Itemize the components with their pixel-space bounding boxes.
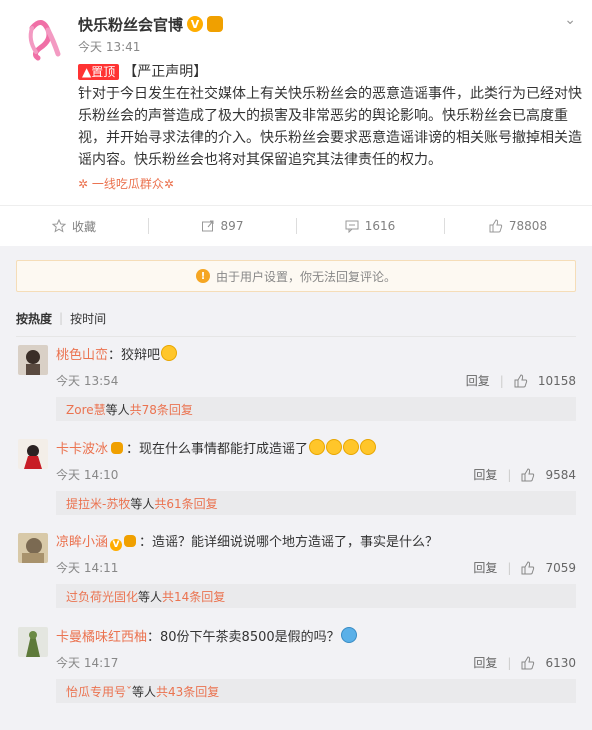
tab-sort-time[interactable]: 按时间 — [70, 310, 106, 327]
divider: | — [507, 560, 512, 575]
star-icon — [51, 219, 66, 233]
sort-tabs: 按热度 | 按时间 — [16, 310, 576, 326]
thumbs-up-icon[interactable] — [521, 467, 535, 482]
verified-v-icon: V — [187, 16, 204, 32]
post-time[interactable]: 今天 13:41 — [78, 38, 574, 55]
post-source[interactable]: ✲ 一线吃瓜群众✲ — [78, 175, 574, 193]
comment-text: ：造谣？能详细说说哪个地方造谣了，事实是什么？ — [139, 535, 439, 550]
comment-item: 卡曼橘味红西柚：80份下午茶卖8500是假的吗？ 今天 14:17 回复 | 6… — [16, 619, 576, 713]
pink-ribbon-logo[interactable] — [18, 14, 66, 62]
pin-badge: ▲置顶 — [78, 64, 120, 80]
favorite-button[interactable]: 收藏 — [0, 206, 148, 246]
tab-sort-hot[interactable]: 按热度 — [16, 310, 52, 327]
reply-mid-text: 等人 — [132, 684, 157, 699]
post-tag[interactable]: 【严正声明】 — [123, 64, 207, 80]
sub-replies-link[interactable]: 过负荷光固化 等人 共14条回复 — [56, 584, 576, 608]
thumbs-up-icon[interactable] — [514, 373, 528, 388]
comment-username[interactable]: 卡卡波冰 — [56, 442, 108, 457]
user-avatar[interactable] — [18, 345, 48, 375]
thumbs-up-icon[interactable] — [521, 560, 535, 575]
reply-mid-text: 等人 — [138, 589, 163, 604]
reply-mid-text: 等人 — [130, 496, 155, 511]
warning-icon: ! — [195, 269, 210, 283]
reply-username[interactable]: 过负荷光固化 — [66, 588, 138, 605]
divider: | — [499, 373, 504, 388]
reply-button[interactable]: 回复 — [473, 559, 497, 576]
weibo-post: ⌄ 快乐粉丝会官博 V 今天 13:41 ▲置顶 【严正声明】 针对于今日发生在社… — [0, 0, 592, 193]
post-content: ▲置顶 【严正声明】 针对于今日发生在社交媒体上有关快乐粉丝会的恶意造谣事件，此类… — [78, 61, 590, 171]
reply-username[interactable]: Zore慧 — [66, 401, 106, 418]
like-count: 10158 — [537, 373, 576, 388]
like-count: 6130 — [545, 655, 576, 670]
reply-mid-text: 等人 — [105, 402, 130, 417]
thumbs-up-icon[interactable] — [521, 655, 535, 670]
reply-username[interactable]: 提拉米-苏牧 — [66, 495, 130, 512]
reply-button[interactable]: 回复 — [473, 654, 497, 671]
comment-time: 今天 14:10 — [56, 468, 119, 482]
comment-text: ：80份下午茶卖8500是假的吗？ — [147, 630, 340, 645]
post-body: 针对于今日发生在社交媒体上有关快乐粉丝会的恶意造谣事件，此类行为已经对快乐粉丝会… — [78, 86, 582, 168]
repost-icon — [201, 220, 214, 232]
comment-time: 今天 14:11 — [56, 561, 119, 575]
comment-username[interactable]: 卡曼橘味红西柚 — [56, 630, 147, 645]
reply-button[interactable]: 回复 — [473, 466, 497, 483]
divider: | — [507, 467, 512, 482]
crown-icon — [111, 442, 124, 454]
sub-replies-link[interactable]: Zore慧 等人 共78条回复 — [56, 397, 576, 421]
comment-item: 卡卡波冰 ：现在什么事情都能打成造谣了 今天 14:10 回复 | 9584 提拉… — [16, 431, 576, 525]
comment-item: 凉眸小涵 V ：造谣？能详细说说哪个地方造谣了，事实是什么？ 今天 14:11 回复… — [16, 525, 576, 619]
comments-section: ! 由于用户设置，你无法回复评论。 按热度 | 按时间 桃色山峦：狡辩吧 今天 … — [0, 246, 592, 730]
repost-button[interactable]: 897 — [148, 206, 296, 246]
comment-icon — [345, 220, 359, 233]
post-username[interactable]: 快乐粉丝会官博 — [78, 14, 183, 35]
sort-divider: | — [59, 311, 64, 325]
thumbs-up-icon — [489, 219, 503, 233]
thumbs-emoji-icon — [326, 439, 343, 455]
divider: | — [507, 655, 512, 670]
reply-count[interactable]: 共78条回复 — [130, 401, 193, 418]
sub-replies-link[interactable]: 怡瓜专用号ˇ 等人 共43条回复 — [56, 679, 576, 703]
reply-username[interactable]: 怡瓜专用号ˇ — [66, 683, 132, 700]
thumbs-emoji-icon — [309, 439, 326, 455]
comment-time: 今天 14:17 — [56, 656, 119, 670]
user-avatar[interactable] — [18, 533, 48, 563]
sub-replies-link[interactable]: 提拉米-苏牧 等人 共61条回复 — [56, 491, 576, 515]
emoji-icon — [340, 627, 357, 643]
like-button[interactable]: 78808 — [444, 206, 592, 246]
crown-icon — [124, 535, 137, 547]
reply-button[interactable]: 回复 — [466, 372, 490, 389]
chevron-down-icon[interactable]: ⌄ — [564, 12, 576, 28]
comment-time: 今天 13:54 — [56, 374, 119, 388]
comment-button[interactable]: 1616 — [296, 206, 444, 246]
comment-username[interactable]: 凉眸小涵 — [56, 535, 108, 550]
comment-item: 桃色山峦：狡辩吧 今天 13:54 回复 | 10158 Zore慧 等人 共7… — [16, 337, 576, 431]
like-count: 9584 — [545, 467, 576, 482]
user-avatar[interactable] — [18, 439, 48, 469]
reply-count[interactable]: 共14条回复 — [162, 588, 225, 605]
comment-text: ：狡辩吧 — [108, 348, 161, 363]
user-avatar[interactable] — [18, 627, 48, 657]
thumbs-emoji-icon — [343, 439, 360, 455]
verified-v-icon: V — [110, 539, 123, 551]
comment-username[interactable]: 桃色山峦 — [56, 348, 108, 363]
comment-text: ：现在什么事情都能打成造谣了 — [126, 442, 309, 457]
like-count: 7059 — [545, 560, 576, 575]
reply-disabled-notice: ! 由于用户设置，你无法回复评论。 — [16, 260, 576, 292]
reply-count[interactable]: 共43条回复 — [156, 683, 219, 700]
thumbs-emoji-icon — [360, 439, 377, 455]
smile-emoji-icon — [161, 345, 178, 361]
post-actions: 收藏 897 1616 78808 — [0, 205, 592, 246]
reply-count[interactable]: 共61条回复 — [154, 495, 217, 512]
crown-icon — [207, 16, 224, 32]
